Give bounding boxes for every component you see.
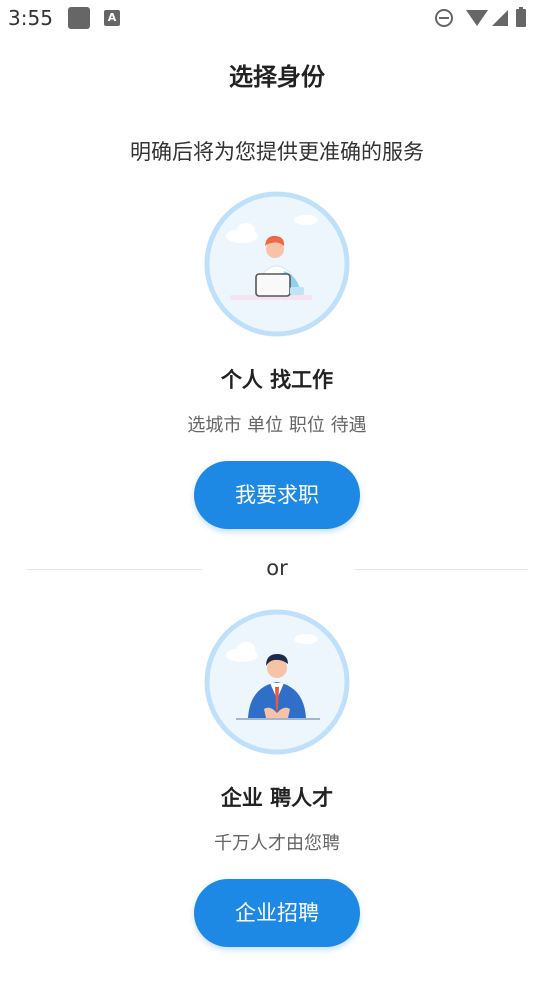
employer-avatar xyxy=(204,609,350,755)
employer-button[interactable]: 企业招聘 xyxy=(194,879,360,947)
signal-icon xyxy=(492,10,508,26)
status-bar: 3:55 A xyxy=(0,0,554,38)
notification-keyboard-icon: A xyxy=(104,10,120,26)
battery-icon xyxy=(516,7,526,27)
do-not-disturb-icon xyxy=(435,9,453,27)
status-time: 3:55 xyxy=(8,6,53,30)
employer-title: 企业 聘人才 xyxy=(220,786,334,810)
job-seeker-button[interactable]: 我要求职 xyxy=(194,461,360,529)
page-title: 选择身份 xyxy=(229,63,325,91)
page-subtitle: 明确后将为您提供更准确的服务 xyxy=(130,140,424,164)
divider-right-line xyxy=(354,569,528,570)
job-seeker-description: 选城市 单位 职位 待遇 xyxy=(187,415,367,436)
job-seeker-title: 个人 找工作 xyxy=(220,368,334,392)
wifi-icon xyxy=(466,10,488,26)
employer-description: 千万人才由您聘 xyxy=(214,833,340,854)
status-icons xyxy=(434,6,544,30)
divider-or-label: or xyxy=(266,556,288,580)
notification-app-icon xyxy=(68,7,90,29)
job-seeker-avatar xyxy=(204,191,350,337)
